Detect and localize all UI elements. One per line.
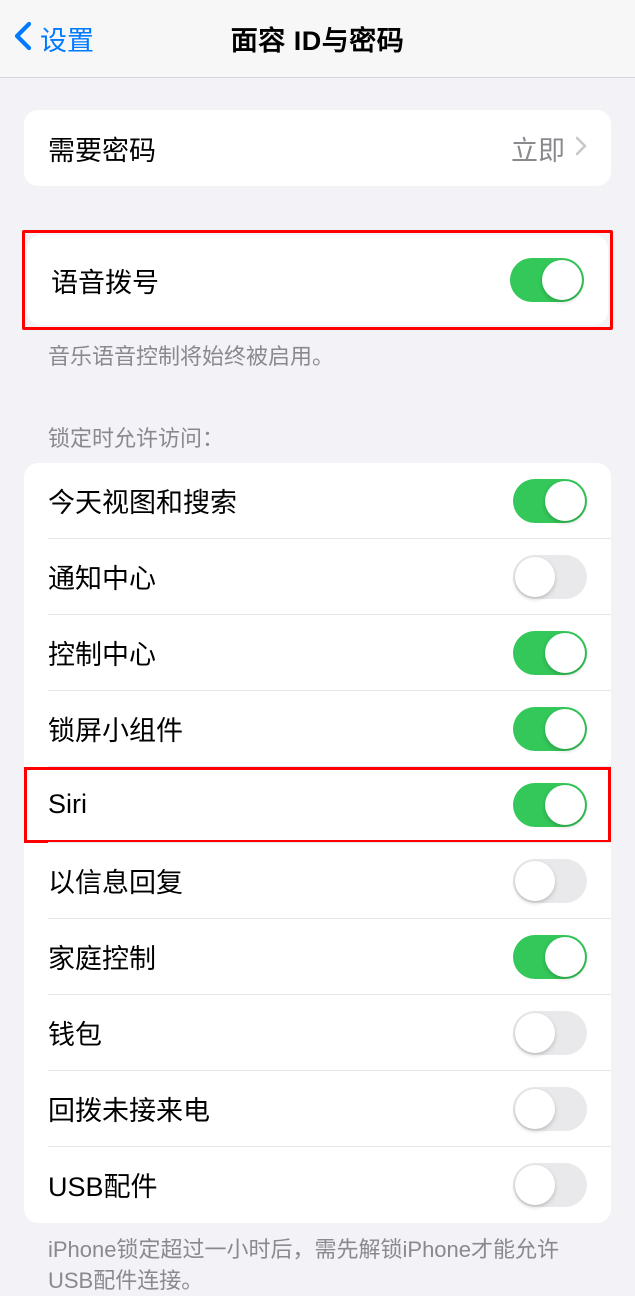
lock-access-toggle[interactable] <box>513 783 587 827</box>
chevron-right-icon <box>575 136 587 161</box>
lock-access-label: 控制中心 <box>48 633 156 672</box>
back-button[interactable]: 设置 <box>0 19 94 58</box>
lock-access-label: 通知中心 <box>48 557 156 596</box>
lock-access-toggle[interactable] <box>513 1163 587 1207</box>
lock-access-toggle[interactable] <box>513 1087 587 1131</box>
lock-access-row: USB配件 <box>24 1147 611 1223</box>
lock-access-row: 回拨未接来电 <box>24 1071 611 1147</box>
highlight-voice-dial: 语音拨号 <box>22 230 613 330</box>
voice-dial-footer: 音乐语音控制将始终被启用。 <box>0 330 635 373</box>
lock-access-row: 钱包 <box>24 995 611 1071</box>
lock-access-label: Siri <box>48 789 87 820</box>
highlight-lock-access-row: Siri <box>24 767 611 843</box>
lock-access-row: 今天视图和搜索 <box>24 463 611 539</box>
lock-access-header: 锁定时允许访问： <box>0 421 635 463</box>
chevron-left-icon <box>14 21 32 56</box>
lock-access-label: 钱包 <box>48 1013 102 1052</box>
lock-access-row: 家庭控制 <box>24 919 611 995</box>
require-passcode-row[interactable]: 需要密码 立即 <box>24 110 611 186</box>
lock-access-row: 控制中心 <box>24 615 611 691</box>
lock-access-group: 今天视图和搜索通知中心控制中心锁屏小组件 Siri 以信息回复家庭控制钱包回拨未接来… <box>24 463 611 1223</box>
nav-header: 设置 面容 ID与密码 <box>0 0 635 78</box>
lock-access-row: 锁屏小组件 <box>24 691 611 767</box>
lock-access-toggle[interactable] <box>513 631 587 675</box>
voice-dial-group: 语音拨号 <box>27 235 608 325</box>
lock-access-toggle[interactable] <box>513 859 587 903</box>
lock-access-label: USB配件 <box>48 1165 158 1204</box>
back-label: 设置 <box>40 19 94 58</box>
require-passcode-group: 需要密码 立即 <box>24 110 611 186</box>
lock-access-label: 家庭控制 <box>48 937 156 976</box>
lock-access-label: 回拨未接来电 <box>48 1089 210 1128</box>
lock-access-toggle[interactable] <box>513 555 587 599</box>
lock-access-label: 锁屏小组件 <box>48 709 183 748</box>
lock-access-label: 以信息回复 <box>48 861 183 900</box>
lock-access-toggle[interactable] <box>513 479 587 523</box>
page-title: 面容 ID与密码 <box>231 19 405 58</box>
voice-dial-label: 语音拨号 <box>51 261 159 300</box>
voice-dial-toggle[interactable] <box>510 258 584 302</box>
lock-access-label: 今天视图和搜索 <box>48 481 237 520</box>
lock-access-row: 以信息回复 <box>24 843 611 919</box>
lock-access-toggle[interactable] <box>513 1011 587 1055</box>
lock-access-toggle[interactable] <box>513 707 587 751</box>
require-passcode-value: 立即 <box>511 129 565 168</box>
lock-access-footer: iPhone锁定超过一小时后，需先解锁iPhone才能允许USB配件连接。 <box>0 1223 635 1296</box>
lock-access-toggle[interactable] <box>513 935 587 979</box>
content: 需要密码 立即 语音拨号 音乐语音控制将始终被启用。 锁定时允许访问： 今天视图… <box>0 78 635 1296</box>
voice-dial-row: 语音拨号 <box>27 235 608 325</box>
require-passcode-label: 需要密码 <box>48 129 156 168</box>
lock-access-row: 通知中心 <box>24 539 611 615</box>
